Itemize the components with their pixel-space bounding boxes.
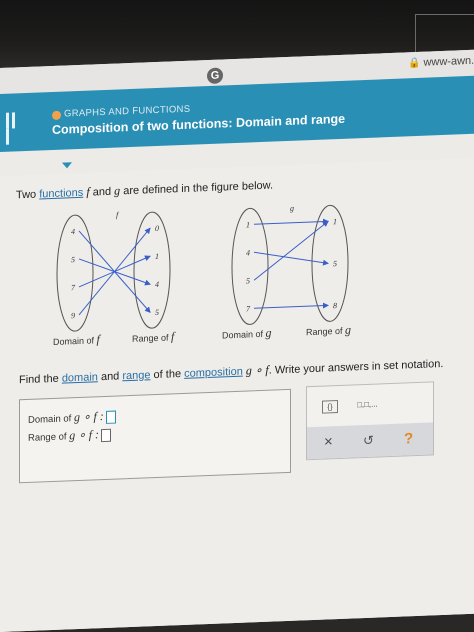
- math-toolbar: {} □,□,... × ↺ ?: [306, 381, 434, 461]
- f-range-value: 1: [155, 252, 159, 261]
- f-domain-value: 5: [71, 255, 75, 264]
- domain-link[interactable]: domain: [62, 371, 98, 384]
- ellipsis-list-icon[interactable]: □,□,...: [357, 399, 378, 409]
- f-domain-value: 4: [71, 227, 75, 236]
- domain-g-label: Domain of g: [222, 325, 272, 341]
- help-button[interactable]: ?: [404, 430, 413, 447]
- g-range-value: 1: [333, 217, 337, 226]
- range-g-label: Range of g: [306, 322, 352, 338]
- g-domain-value: 7: [246, 304, 251, 313]
- composition-link[interactable]: composition: [184, 366, 243, 380]
- domain-f-label: Domain of f: [53, 332, 100, 347]
- g-domain-value: 5: [246, 276, 250, 285]
- lock-icon: 🔒: [408, 57, 421, 70]
- topic-label: GRAPHS AND FUNCTIONS: [64, 103, 191, 120]
- f-range-value: 4: [155, 280, 159, 289]
- f-range-value: 0: [155, 224, 159, 233]
- f-mapping-arrow: [78, 227, 151, 316]
- problem-content: Two functions f and g are defined in the…: [0, 157, 474, 632]
- grammarly-icon[interactable]: G: [207, 67, 223, 85]
- f-function-label: f: [116, 210, 120, 219]
- g-range-value: 8: [333, 301, 337, 310]
- progress-dot: [52, 110, 61, 121]
- f-domain-oval: [56, 214, 94, 332]
- answer-box: Domain of g ∘ f : Range of g ∘ f :: [19, 388, 291, 484]
- set-braces-icon[interactable]: {}: [322, 400, 338, 414]
- f-domain-value: 9: [71, 311, 75, 320]
- g-mapping-arrow: [253, 251, 329, 266]
- g-range-value: 5: [333, 259, 337, 268]
- chevron-down-icon[interactable]: [56, 158, 78, 173]
- g-mapping-arrow: [254, 302, 329, 309]
- undo-button[interactable]: ↺: [363, 433, 374, 449]
- f-range-value: 5: [155, 308, 159, 317]
- g-domain-value: 4: [246, 248, 250, 257]
- g-function-label: g: [290, 204, 294, 213]
- f-range-oval: [133, 211, 171, 329]
- toolbar-footer: × ↺ ?: [307, 422, 433, 460]
- f-domain-value: 7: [71, 283, 76, 292]
- url-text: www-awn.a: [423, 54, 474, 69]
- url-bar[interactable]: 🔒 www-awn.a: [408, 55, 474, 70]
- menu-icon[interactable]: [6, 112, 22, 145]
- browser-screen: G 🔒 www-awn.a GRAPHS AND FUNCTIONS Compos…: [0, 49, 474, 632]
- domain-answer-input[interactable]: [105, 410, 116, 424]
- domain-answer-row: Domain of g ∘ f :: [28, 409, 116, 427]
- range-link[interactable]: range: [122, 369, 150, 382]
- range-f-label: Range of f: [132, 329, 175, 344]
- g-mapping-arrow: [253, 220, 329, 281]
- range-answer-input[interactable]: [101, 428, 112, 443]
- g-domain-value: 1: [246, 220, 250, 229]
- question-text: Two functions f and g are defined in the…: [16, 179, 274, 202]
- function-mapping-figure: 4 5 7 9 0 1 4 5 f 1 4 5 7 1 5 8 g Domain of f Range of f…: [40, 197, 380, 350]
- clear-button[interactable]: ×: [324, 433, 333, 450]
- range-answer-row: Range of g ∘ f :: [28, 427, 112, 445]
- functions-link[interactable]: functions: [39, 187, 83, 201]
